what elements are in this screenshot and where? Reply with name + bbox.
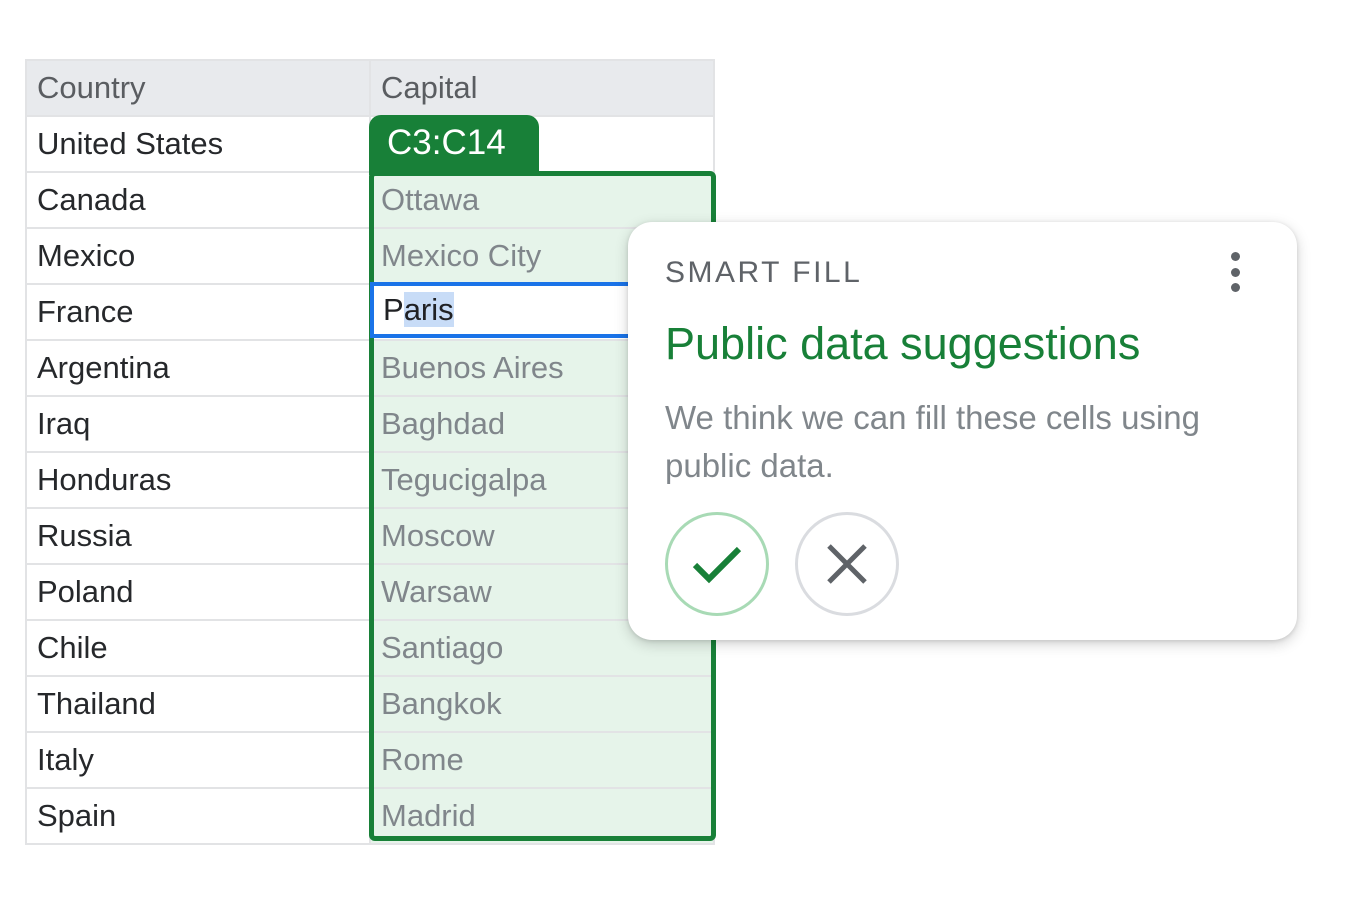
smart-fill-popup: SMART FILL Public data suggestions We th… <box>628 222 1297 640</box>
table-row: Italy Rome <box>25 731 715 789</box>
country-cell[interactable]: United States <box>25 115 371 173</box>
capital-cell-suggestion[interactable]: Bangkok <box>369 675 715 733</box>
accept-suggestions-button[interactable] <box>665 512 769 616</box>
table-row: Honduras Tegucigalpa <box>25 451 715 509</box>
table-row: Argentina Buenos Aires <box>25 339 715 397</box>
country-cell[interactable]: Mexico <box>25 227 371 285</box>
country-cell[interactable]: Italy <box>25 731 371 789</box>
country-cell[interactable]: Iraq <box>25 395 371 453</box>
table-row: Russia Moscow <box>25 507 715 565</box>
country-cell[interactable]: Russia <box>25 507 371 565</box>
active-cell-text: Paris <box>383 292 454 328</box>
smart-fill-description: We think we can fill these cells using p… <box>665 399 1200 484</box>
column-header-country[interactable]: Country <box>25 59 371 117</box>
typed-text: P <box>383 292 404 327</box>
spreadsheet-grid: Country Capital United States Canada Ott… <box>25 59 715 845</box>
smart-fill-eyebrow: SMART FILL <box>665 256 863 289</box>
table-row: Chile Santiago <box>25 619 715 677</box>
table-row: Spain Madrid <box>25 787 715 845</box>
country-cell[interactable]: Spain <box>25 787 371 845</box>
capital-cell-suggestion[interactable]: Rome <box>369 731 715 789</box>
table-row: Mexico Mexico City <box>25 227 715 285</box>
header-row: Country Capital <box>25 59 715 117</box>
country-cell[interactable]: France <box>25 283 371 341</box>
reject-suggestions-button[interactable] <box>795 512 899 616</box>
table-row: Canada Ottawa <box>25 171 715 229</box>
country-cell[interactable]: Canada <box>25 171 371 229</box>
country-cell[interactable]: Thailand <box>25 675 371 733</box>
check-icon <box>692 546 742 584</box>
capital-cell-suggestion[interactable]: Ottawa <box>369 171 715 229</box>
range-label-tag: C3:C14 <box>369 115 539 175</box>
capital-cell-suggestion[interactable]: Madrid <box>369 787 715 845</box>
country-cell[interactable]: Honduras <box>25 451 371 509</box>
table-row: Thailand Bangkok <box>25 675 715 733</box>
country-cell[interactable]: Chile <box>25 619 371 677</box>
smart-fill-title: Public data suggestions <box>665 318 1141 369</box>
column-header-capital[interactable]: Capital <box>369 59 715 117</box>
more-vert-icon[interactable] <box>1222 252 1248 292</box>
table-row: Poland Warsaw <box>25 563 715 621</box>
active-cell-editor[interactable]: Paris <box>370 282 650 338</box>
country-cell[interactable]: Poland <box>25 563 371 621</box>
close-icon <box>827 544 867 584</box>
country-cell[interactable]: Argentina <box>25 339 371 397</box>
autocomplete-selection: aris <box>403 292 454 327</box>
table-row: Iraq Baghdad <box>25 395 715 453</box>
